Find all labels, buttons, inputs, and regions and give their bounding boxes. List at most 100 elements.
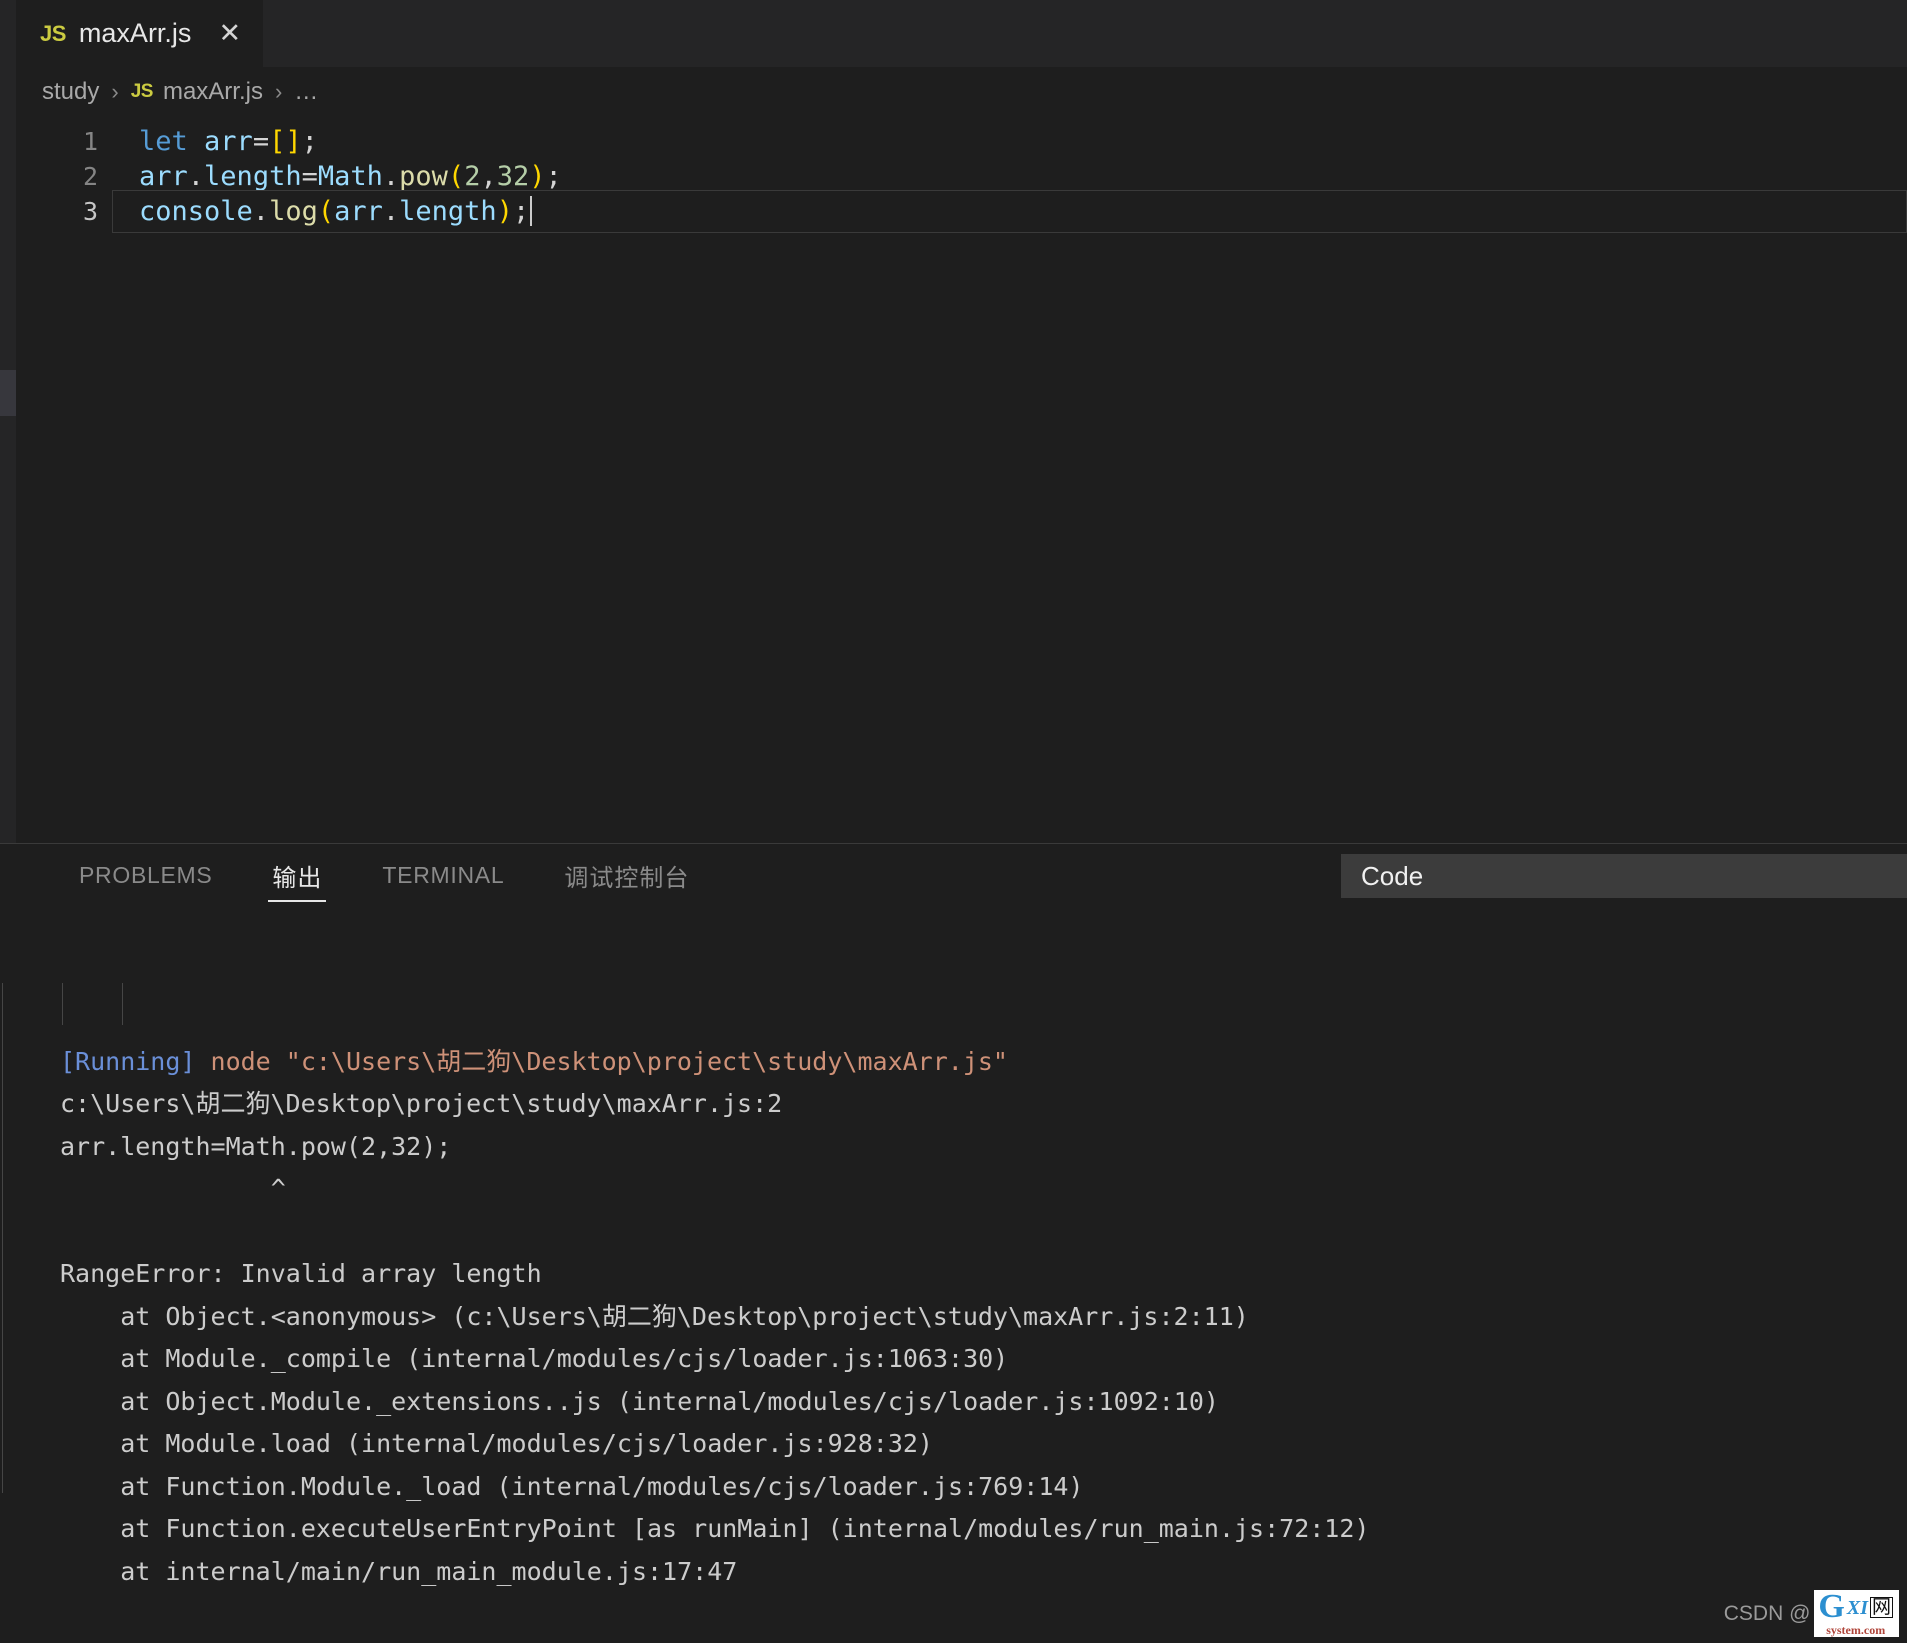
output-segment: arr.length=Math.pow(2,32); [60, 1131, 452, 1161]
code-line[interactable]: 2 arr.length=Math.pow(2,32); [0, 159, 1907, 194]
code-token: . [252, 196, 270, 227]
line-number: 2 [82, 162, 98, 191]
js-file-icon: JS [130, 81, 154, 102]
output-line: [Running] node "c:\Users\胡二狗\Desktop\pro… [60, 1041, 1907, 1084]
breadcrumb-symbols[interactable]: … [294, 78, 318, 106]
code-text[interactable]: let arr=[]; [112, 124, 1907, 159]
output-line: at Object.Module._extensions..js (intern… [60, 1381, 1907, 1424]
output-channel-selector[interactable]: Code [1341, 854, 1907, 898]
editor-tab-bar: JS maxArr.js ✕ [0, 0, 1907, 67]
chevron-right-icon: › [274, 79, 283, 104]
code-token: = [252, 126, 270, 157]
code-token: console [139, 196, 253, 227]
output-line [60, 1211, 1907, 1254]
code-token: . [382, 196, 400, 227]
text-cursor [530, 196, 533, 226]
code-token: Math [317, 161, 383, 192]
output-line: at Object.<anonymous> (c:\Users\胡二狗\Desk… [60, 1296, 1907, 1339]
output-segment: [Running] [60, 1046, 211, 1076]
code-token: . [382, 161, 400, 192]
code-token: length [399, 196, 497, 227]
panel-tab-1[interactable]: 输出 [256, 844, 338, 907]
output-line: at Function.Module._load (internal/modul… [60, 1466, 1907, 1509]
output-line: at Function.executeUserEntryPoint [as ru… [60, 1508, 1907, 1551]
logo-text-xi: XI [1846, 1596, 1868, 1619]
output-segment: node "c:\Users\胡二狗\Desktop\project\study… [210, 1046, 1008, 1076]
logo-cjk-glyph: 网 [1869, 1596, 1893, 1619]
code-token: log [269, 196, 318, 227]
output-line: at internal/main/run_main_module.js:17:4… [60, 1551, 1907, 1594]
tab-maxarr-js[interactable]: JS maxArr.js ✕ [16, 0, 264, 67]
gxi-logo: G XI 网 system.com [1814, 1590, 1899, 1637]
panel-tab-0[interactable]: PROBLEMS [63, 844, 228, 907]
panel-tab-2[interactable]: TERMINAL [366, 844, 520, 907]
breadcrumb-file[interactable]: maxArr.js [163, 78, 263, 106]
code-token: arr [334, 196, 383, 227]
output-segment [60, 1599, 75, 1628]
logo-letter-g: G [1818, 1588, 1845, 1626]
output-line: at Module.load (internal/modules/cjs/loa… [60, 1423, 1907, 1466]
line-number: 1 [82, 127, 98, 156]
code-token: 32 [496, 161, 530, 192]
editor-left-rail [0, 0, 16, 843]
breadcrumb: study › JS maxArr.js › … [0, 67, 1907, 117]
logo-domain: system.com [1826, 1623, 1886, 1637]
vscode-window: JS maxArr.js ✕ study › JS maxArr.js › … … [0, 0, 1907, 1643]
code-token: arr [204, 126, 253, 157]
line-number: 3 [82, 197, 98, 226]
code-line[interactable]: 1 let arr=[]; [0, 124, 1907, 159]
code-token: ) [529, 161, 546, 192]
code-text[interactable]: console.log(arr.length); [112, 190, 1907, 233]
close-icon[interactable]: ✕ [218, 20, 241, 47]
js-file-icon: JS [40, 20, 66, 46]
output-segment: at Module._compile (internal/modules/cjs… [60, 1344, 1009, 1373]
code-token: ; [512, 196, 530, 227]
output-line: arr.length=Math.pow(2,32); [60, 1126, 1907, 1169]
chevron-right-icon: › [111, 79, 119, 104]
code-editor[interactable]: 1 let arr=[]; 2 arr.length=Math.pow(2,32); 3… [0, 117, 1907, 843]
output-line: [Done] exited with code=1 in 0.189 secon… [60, 1636, 1907, 1643]
code-token: . [187, 161, 205, 192]
output-segment: at Function.executeUserEntryPoint [as ru… [60, 1514, 1370, 1543]
output-segment: at internal/main/run_main_module.js:17:4… [60, 1556, 738, 1586]
panel-tab-3[interactable]: 调试控制台 [548, 844, 705, 907]
code-token: ] [285, 126, 302, 157]
code-token: [ [269, 126, 286, 157]
output-segment: at Object.<anonymous> (c:\Users\胡二狗\Desk… [60, 1301, 1249, 1331]
code-token: let [139, 126, 188, 157]
output-segment: c:\Users\胡二狗\Desktop\project\study\maxAr… [60, 1089, 783, 1118]
output-line: at Module._compile (internal/modules/cjs… [60, 1338, 1907, 1381]
output-line: c:\Users\胡二狗\Desktop\project\study\maxAr… [60, 1083, 1907, 1126]
code-lines: 1 let arr=[]; 2 arr.length=Math.pow(2,32); 3… [0, 117, 1907, 233]
output-channel-value: Code [1361, 860, 1424, 891]
code-token: ( [447, 161, 465, 192]
output-segment: RangeError: Invalid array length [60, 1259, 542, 1288]
code-token: length [204, 161, 302, 192]
code-token: ( [317, 196, 335, 227]
output-console[interactable]: [Running] node "c:\Users\胡二狗\Desktop\pro… [0, 907, 1907, 1643]
code-token: ; [301, 126, 318, 157]
output-line: ^ [60, 1168, 1907, 1211]
output-segment: at Object.Module._extensions..js (intern… [60, 1386, 1219, 1416]
csdn-watermark: CSDN @ G XI 网 system.com [1724, 1590, 1899, 1637]
tab-label: maxArr.js [78, 18, 192, 48]
output-segment [60, 1217, 75, 1246]
output-segment: at Function.Module._load (internal/modul… [60, 1471, 1084, 1501]
code-token: ) [496, 196, 513, 227]
panel-tab-bar: PROBLEMS 输出 TERMINAL 调试控制台 Code [0, 844, 1907, 907]
code-token: , [480, 161, 497, 192]
editor-scrollbar-thumb[interactable] [0, 370, 16, 416]
code-token: 2 [464, 161, 481, 192]
output-segment: ^ [60, 1174, 286, 1203]
code-token: arr [139, 161, 188, 192]
code-text[interactable]: arr.length=Math.pow(2,32); [112, 159, 1907, 194]
breadcrumb-folder[interactable]: study [42, 78, 99, 106]
code-token: = [301, 161, 318, 192]
output-segment: at Module.load (internal/modules/cjs/loa… [60, 1429, 933, 1458]
code-token: pow [399, 161, 448, 192]
output-line [60, 1593, 1907, 1636]
bottom-panel: PROBLEMS 输出 TERMINAL 调试控制台 Code [Running] n… [0, 843, 1907, 1643]
code-line[interactable]: 3 console.log(arr.length); [0, 190, 1907, 233]
watermark-text: CSDN @ [1723, 1601, 1811, 1625]
